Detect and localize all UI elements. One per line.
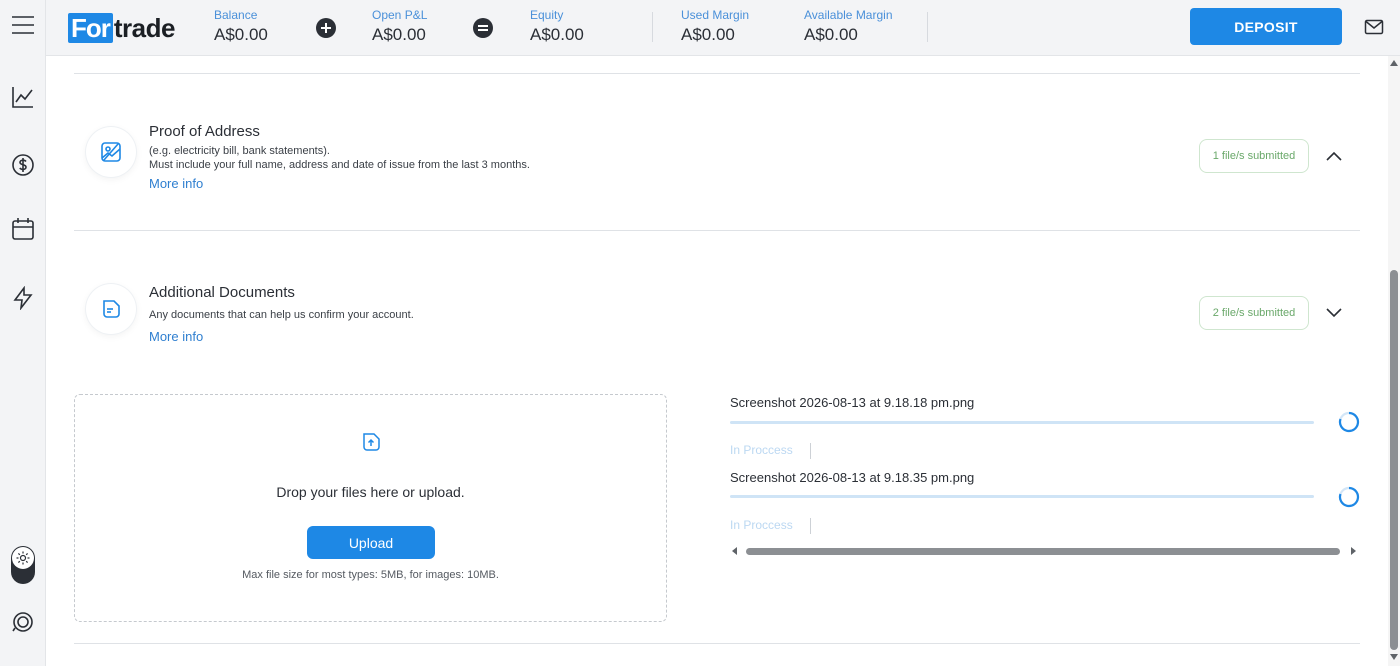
file-name: Screenshot 2026-08-13 at 9.18.35 pm.png xyxy=(730,470,975,485)
used-margin-label: Used Margin xyxy=(681,8,750,22)
file-status: In Proccess xyxy=(730,518,793,532)
balance-label: Balance xyxy=(214,8,258,22)
chart-line-icon[interactable] xyxy=(10,84,36,110)
equity-label: Equity xyxy=(530,8,564,22)
vertical-scrollbar-thumb[interactable] xyxy=(1390,270,1398,650)
equals-circle-icon xyxy=(473,18,493,38)
status-separator xyxy=(810,518,811,534)
proof-of-address-title: Proof of Address xyxy=(149,123,260,140)
lightning-icon[interactable] xyxy=(10,285,36,311)
logo-box: For xyxy=(68,13,113,43)
used-margin-value: A$0.00 xyxy=(681,25,735,44)
balance-stat: Balance A$0.00 xyxy=(214,8,268,45)
file-status: In Proccess xyxy=(730,443,793,457)
header-divider xyxy=(927,12,928,42)
scroll-up-icon[interactable] xyxy=(1390,60,1398,66)
logo-rest: trade xyxy=(113,12,176,43)
file-name: Screenshot 2026-08-13 at 9.18.18 pm.png xyxy=(730,395,975,410)
used-margin-stat: Used Margin A$0.00 xyxy=(681,8,749,45)
hamburger-menu-icon[interactable] xyxy=(10,12,36,38)
loading-spinner-icon xyxy=(1338,486,1360,508)
sidebar xyxy=(0,0,46,666)
mail-icon[interactable] xyxy=(1364,18,1384,36)
section-divider xyxy=(74,73,1360,74)
upload-button[interactable]: Upload xyxy=(307,526,435,559)
section-divider xyxy=(74,643,1360,644)
available-margin-label: Available Margin xyxy=(804,8,893,22)
loading-spinner-icon xyxy=(1338,411,1360,433)
files-submitted-badge: 2 file/s submitted xyxy=(1199,296,1309,330)
horizontal-scrollbar[interactable] xyxy=(730,544,1358,558)
equity-stat: Equity A$0.00 xyxy=(530,8,584,45)
additional-documents-title: Additional Documents xyxy=(149,284,295,301)
available-margin-stat: Available Margin A$0.00 xyxy=(804,8,893,45)
proof-of-address-desc-1: (e.g. electricity bill, bank statements)… xyxy=(149,145,330,157)
scroll-right-icon[interactable] xyxy=(1348,544,1358,558)
proof-of-address-more-info-link[interactable]: More info xyxy=(149,176,203,191)
file-dropzone[interactable]: Drop your files here or upload. Upload M… xyxy=(74,394,667,622)
equity-value: A$0.00 xyxy=(530,25,584,44)
address-image-icon xyxy=(86,127,136,177)
vertical-scrollbar[interactable] xyxy=(1388,56,1400,666)
file-progress-bar xyxy=(730,495,1314,498)
section-divider xyxy=(74,230,1360,231)
theme-toggle[interactable] xyxy=(11,546,35,584)
main-content: Proof of Address (e.g. electricity bill,… xyxy=(46,56,1388,666)
horizontal-scrollbar-thumb[interactable] xyxy=(746,548,1340,555)
open-pl-label: Open P&L xyxy=(372,8,428,22)
dollar-circle-icon[interactable] xyxy=(10,152,36,178)
additional-documents-desc: Any documents that can help us confirm y… xyxy=(149,309,414,321)
chevron-down-icon[interactable] xyxy=(1324,306,1344,320)
top-header: For trade Balance A$0.00 Open P&L A$0.00… xyxy=(46,0,1400,56)
calendar-icon[interactable] xyxy=(10,216,36,242)
chevron-up-icon[interactable] xyxy=(1324,149,1344,163)
open-pl-stat: Open P&L A$0.00 xyxy=(372,8,427,45)
max-file-size-text: Max file size for most types: 5MB, for i… xyxy=(242,569,499,581)
status-separator xyxy=(810,443,811,459)
balance-value: A$0.00 xyxy=(214,25,268,44)
document-icon xyxy=(86,284,136,334)
fortrade-logo[interactable]: For trade xyxy=(68,12,175,44)
additional-documents-more-info-link[interactable]: More info xyxy=(149,329,203,344)
deposit-button[interactable]: DEPOSIT xyxy=(1190,8,1342,45)
drop-files-text: Drop your files here or upload. xyxy=(276,484,465,500)
support-headset-icon[interactable] xyxy=(10,609,36,635)
scroll-down-icon[interactable] xyxy=(1390,654,1398,660)
proof-of-address-desc-2: Must include your full name, address and… xyxy=(149,159,530,171)
upload-file-icon xyxy=(360,431,382,458)
plus-circle-icon xyxy=(316,18,336,38)
open-pl-value: A$0.00 xyxy=(372,25,426,44)
scroll-left-icon[interactable] xyxy=(730,544,740,558)
header-divider xyxy=(652,12,653,42)
sun-icon xyxy=(12,547,34,569)
files-submitted-badge: 1 file/s submitted xyxy=(1199,139,1309,173)
file-progress-bar xyxy=(730,421,1314,424)
available-margin-value: A$0.00 xyxy=(804,25,858,44)
